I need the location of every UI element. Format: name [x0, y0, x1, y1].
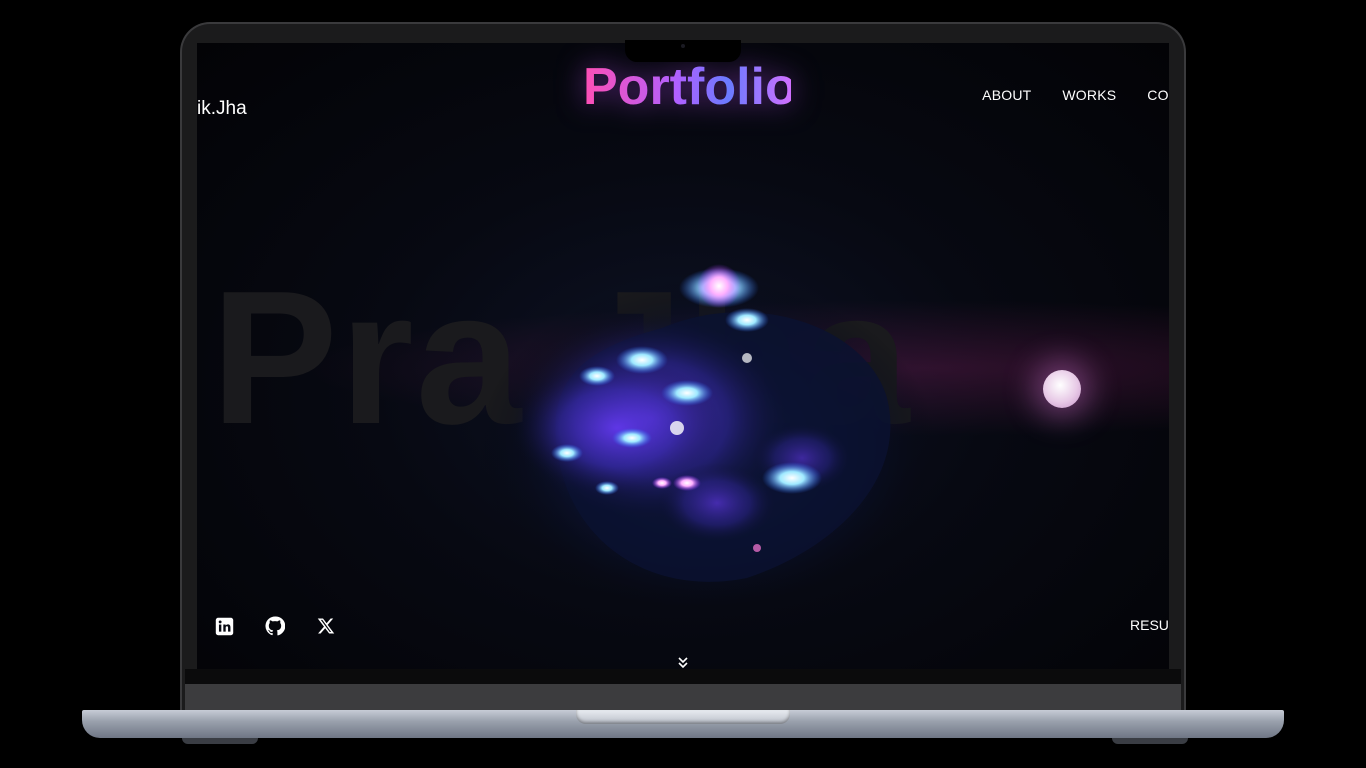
site-logo[interactable]: ik.Jha: [197, 98, 247, 120]
linkedin-link[interactable]: [213, 615, 235, 637]
github-icon: [265, 616, 285, 636]
camera-notch: [625, 40, 741, 62]
laptop-foot-right: [1112, 738, 1188, 744]
x-link[interactable]: [315, 615, 337, 637]
resume-link[interactable]: RESUI: [1130, 617, 1169, 633]
laptop-opening-groove: [576, 710, 790, 724]
github-link[interactable]: [264, 615, 286, 637]
website-screen: Pra Jha: [197, 43, 1169, 669]
camera-icon: [681, 44, 685, 48]
nav-about[interactable]: ABOUT: [982, 87, 1031, 103]
cursor-follower: [1043, 370, 1081, 408]
crystal-orb-graphic: [477, 264, 937, 608]
screen-chin: [185, 669, 1181, 684]
screen-bottom-bezel: [185, 684, 1181, 710]
hero-title: Portfolio: [583, 58, 797, 116]
top-nav: ABOUT WORKS CON: [982, 87, 1169, 103]
nav-works[interactable]: WORKS: [1062, 87, 1116, 103]
laptop-foot-left: [182, 738, 258, 744]
linkedin-icon: [215, 617, 233, 635]
scroll-down-chevrons-icon[interactable]: [675, 656, 691, 669]
social-links: [213, 615, 337, 637]
nav-contact[interactable]: CON: [1147, 87, 1169, 103]
x-icon: [317, 618, 335, 634]
